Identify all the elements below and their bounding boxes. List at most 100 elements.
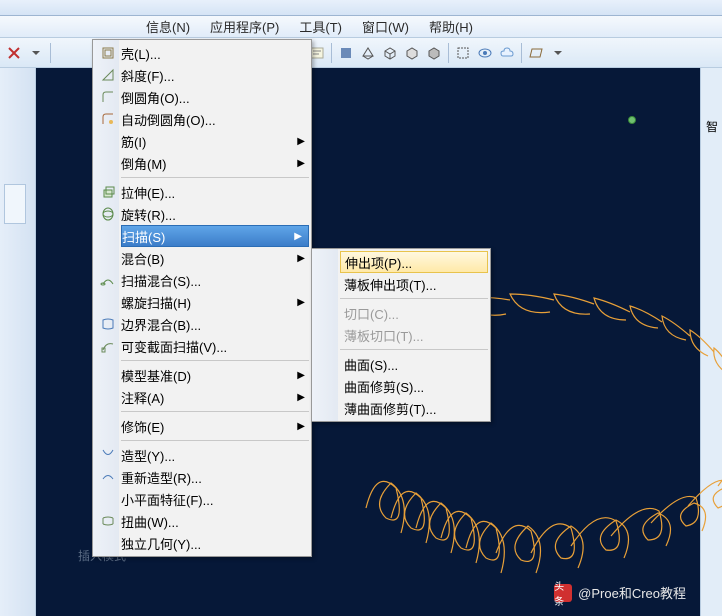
menu-item[interactable]: 扭曲(W)... [119,510,311,532]
menu-item-icon [99,446,117,464]
tb-box-icon[interactable] [453,43,473,63]
menu-item-label: 壳(L)... [121,44,293,63]
menu-item-label: 注释(A) [121,388,293,407]
menu-item[interactable]: 筋(I)▶ [119,130,311,152]
tb-isocube1-icon[interactable] [380,43,400,63]
submenu-item-label: 切口(C)... [344,304,484,323]
menu-item-icon [100,227,118,245]
menu-item[interactable]: 自动倒圆角(O)... [119,108,311,130]
tb-shade-icon[interactable] [336,43,356,63]
tb-dropdown-icon[interactable] [26,43,46,63]
submenu-item: 切口(C)... [338,302,490,324]
menu-item[interactable]: 壳(L)... [119,42,311,64]
tb-wire-icon[interactable] [358,43,378,63]
status-indicator-icon [628,116,636,124]
menu-item-label: 可变截面扫描(V)... [121,337,293,356]
titlebar [0,0,722,16]
submenu-arrow-icon: ▶ [297,253,305,264]
submenu-item-label: 薄板切口(T)... [344,326,484,345]
submenu-item[interactable]: 薄曲面修剪(T)... [338,397,490,419]
menu-item-icon [99,183,117,201]
menu-item[interactable]: 倒圆角(O)... [119,86,311,108]
menu-app[interactable]: 应用程序(P) [204,15,285,38]
menu-item[interactable]: 重新造型(R)... [119,466,311,488]
menu-item-icon [99,468,117,486]
submenu-item-label: 伸出项(P)... [345,253,483,272]
menu-window[interactable]: 窗口(W) [356,15,415,38]
left-panel [0,68,36,616]
menu-item[interactable]: 小平面特征(F)... [119,488,311,510]
menu-item[interactable]: 模型基准(D) ▶ [119,364,311,386]
watermark: 头条 @Proe和Creo教程 [554,583,686,602]
menu-item[interactable]: 旋转(R)... [119,203,311,225]
menu-item[interactable]: 拉伸(E)... [119,181,311,203]
menu-item-icon [99,337,117,355]
submenu-arrow-icon: ▶ [297,392,305,403]
menu-item-label: 旋转(R)... [121,205,293,224]
tb-cloud-icon[interactable] [497,43,517,63]
submenu-item[interactable]: 薄板伸出项(T)... [338,273,490,295]
right-label[interactable]: 智 [706,118,718,135]
menu-tools[interactable]: 工具(T) [293,15,348,38]
menu-item-icon [99,512,117,530]
menu-item-icon [99,249,117,267]
menu-item-icon [99,388,117,406]
tb-close-icon[interactable] [4,43,24,63]
tb-isocube2-icon[interactable] [402,43,422,63]
menu-item-label: 造型(Y)... [121,446,293,465]
menu-item[interactable]: 边界混合(B)... [119,313,311,335]
menu-item-label: 扫描混合(S)... [121,271,293,290]
submenu-sweep: 伸出项(P)... 薄板伸出项(T)... 切口(C)... 薄板切口(T)... 曲面… [311,248,491,422]
menu-item-icon [99,110,117,128]
menu-item-label: 自动倒圆角(O)... [121,110,293,129]
submenu-arrow-icon: ▶ [297,370,305,381]
submenu-item[interactable]: 曲面(S)... [338,353,490,375]
menu-item-label: 螺旋扫描(H) [121,293,293,312]
tb-dropdown2-icon[interactable] [548,43,568,63]
submenu-arrow-icon: ▶ [297,158,305,169]
submenu-item-label: 曲面(S)... [344,355,484,374]
menu-help[interactable]: 帮助(H) [423,15,479,38]
menu-item-label: 斜度(F)... [121,66,293,85]
submenu-item[interactable]: 曲面修剪(S)... [338,375,490,397]
menu-item-icon [99,154,117,172]
menu-item[interactable]: 倒角(M) ▶ [119,152,311,174]
context-menu: 壳(L)...斜度(F)...倒圆角(O)...自动倒圆角(O)...筋(I)▶… [92,39,312,557]
menu-item[interactable]: 斜度(F)... [119,64,311,86]
menu-item[interactable]: 可变截面扫描(V)... [119,335,311,357]
menu-item-icon [99,534,117,552]
menu-item-label: 扭曲(W)... [121,512,293,531]
watermark-logo-icon: 头条 [554,584,572,602]
menu-item-icon [99,271,117,289]
tb-eye-icon[interactable] [475,43,495,63]
submenu-item-label: 薄曲面修剪(T)... [344,399,484,418]
menu-info[interactable]: 信息(N) [140,15,196,38]
menu-item[interactable]: 混合(B)▶ [119,247,311,269]
submenu-item-label: 薄板伸出项(T)... [344,275,484,294]
submenu-item[interactable]: 伸出项(P)... [340,251,488,273]
menu-item[interactable]: 独立几何(Y)... [119,532,311,554]
menu-item-icon [99,315,117,333]
menubar: 信息(N) 应用程序(P) 工具(T) 窗口(W) 帮助(H) [0,16,722,38]
menu-item-label: 拉伸(E)... [121,183,293,202]
menu-item-label: 倒角(M) [121,154,293,173]
menu-item-label: 重新造型(R)... [121,468,293,487]
menu-item[interactable]: 扫描混合(S)... [119,269,311,291]
left-tab[interactable] [4,184,26,224]
submenu-item-label: 曲面修剪(S)... [344,377,484,396]
menu-item-label: 筋(I) [121,132,293,151]
menu-item[interactable]: 修饰(E)▶ [119,415,311,437]
watermark-text: @Proe和Creo教程 [578,583,686,602]
submenu-arrow-icon: ▶ [297,297,305,308]
menu-item[interactable]: 造型(Y)... [119,444,311,466]
menu-item[interactable]: 注释(A) ▶ [119,386,311,408]
tb-isocube3-icon[interactable] [424,43,444,63]
menu-item-label: 模型基准(D) [121,366,293,385]
menu-item-label: 独立几何(Y)... [121,534,293,553]
menu-item-label: 小平面特征(F)... [121,490,293,509]
menu-item[interactable]: 螺旋扫描(H) ▶ [119,291,311,313]
submenu-item: 薄板切口(T)... [338,324,490,346]
menu-item-icon [99,66,117,84]
menu-item[interactable]: 扫描(S)▶ [121,225,309,247]
tb-parallelogram-icon[interactable] [526,43,546,63]
